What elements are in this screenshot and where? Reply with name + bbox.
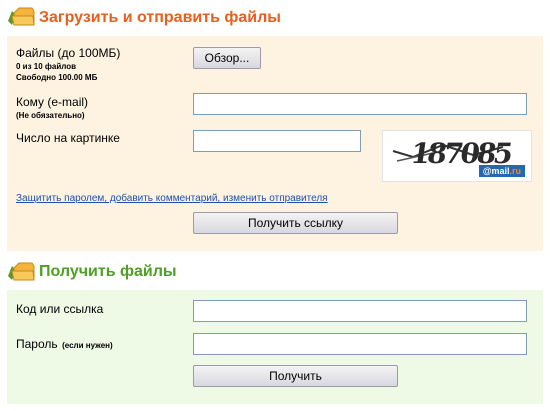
captcha-label: Число на картинке xyxy=(16,131,120,145)
upload-header: Загрузить и отправить файлы xyxy=(0,0,550,36)
captcha-brand-logo: @mail.ru xyxy=(478,165,525,177)
password-hint: (если нужен) xyxy=(62,341,113,350)
files-free: Свободно 100.00 МБ xyxy=(16,73,98,82)
upload-title: Загрузить и отправить файлы xyxy=(39,9,281,26)
folder-icon xyxy=(8,7,35,26)
files-count: 0 из 10 файлов xyxy=(16,62,77,71)
password-label: Пароль xyxy=(16,337,58,351)
upload-options-link[interactable]: Защитить паролем, добавить комментарий, … xyxy=(16,193,328,204)
download-title: Получить файлы xyxy=(39,263,177,280)
get-link-button[interactable]: Получить ссылку xyxy=(193,212,398,234)
captcha-image: 187085 @mail.ru xyxy=(382,130,532,182)
browse-button[interactable]: Обзор... xyxy=(193,47,261,69)
files-label: Файлы (до 100МБ) xyxy=(16,46,121,60)
recipient-label: Кому (e-mail) xyxy=(16,95,89,109)
code-label: Код или ссылка xyxy=(16,302,104,316)
password-field[interactable] xyxy=(193,333,527,355)
folder-icon xyxy=(8,262,35,281)
code-or-link-field[interactable] xyxy=(193,300,527,322)
captcha-field[interactable] xyxy=(193,130,361,152)
captcha-brand-tld: .ru xyxy=(509,166,521,176)
recipient-hint: (Не обязательно) xyxy=(16,111,85,120)
recipient-email-field[interactable] xyxy=(193,93,527,115)
get-files-button[interactable]: Получить xyxy=(193,365,398,387)
download-header: Получить файлы xyxy=(0,258,550,290)
password-label-group: Пароль (если нужен) xyxy=(16,335,113,353)
